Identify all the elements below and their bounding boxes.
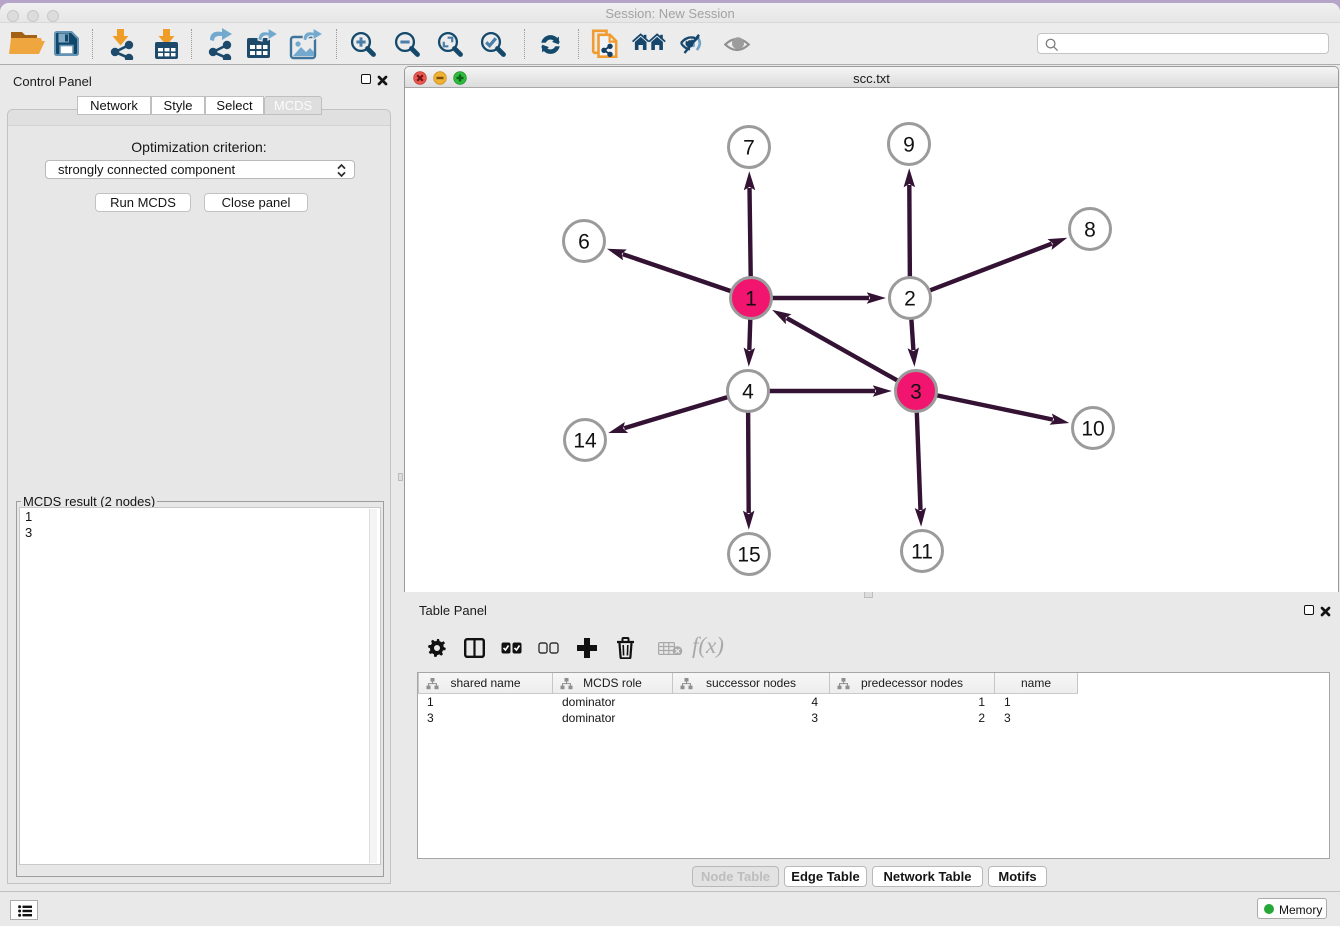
svg-text:7: 7: [743, 136, 755, 159]
svg-text:6: 6: [578, 230, 590, 253]
svg-text:9: 9: [903, 133, 915, 156]
svg-text:2: 2: [904, 287, 916, 310]
svg-text:8: 8: [1084, 218, 1096, 241]
svg-text:1: 1: [745, 287, 757, 310]
svg-text:4: 4: [742, 380, 754, 403]
svg-text:11: 11: [911, 540, 933, 563]
svg-text:15: 15: [737, 543, 760, 566]
svg-text:14: 14: [573, 429, 597, 452]
svg-text:3: 3: [910, 380, 922, 403]
svg-text:10: 10: [1081, 417, 1104, 440]
